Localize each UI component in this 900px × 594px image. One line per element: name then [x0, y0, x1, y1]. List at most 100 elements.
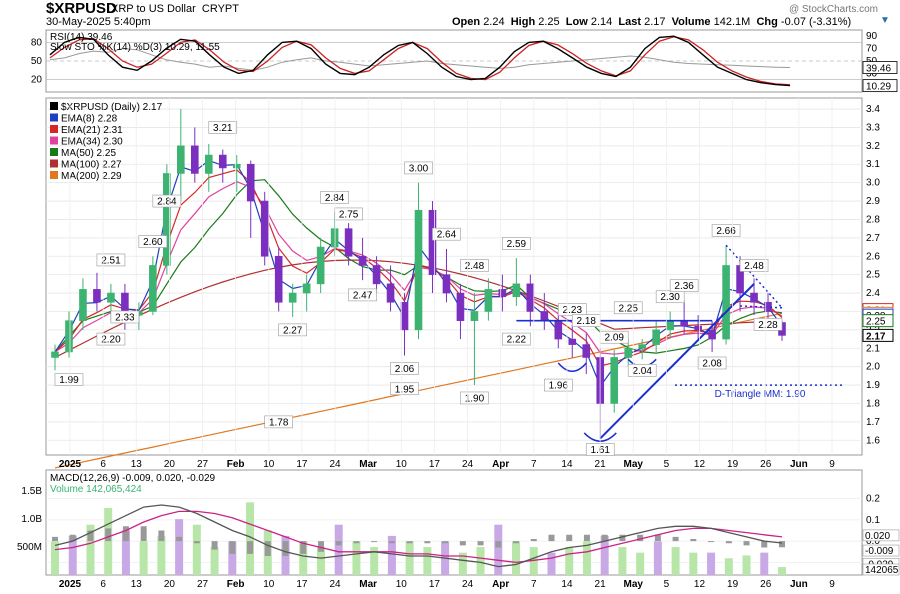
price-annotation: 2.30 — [660, 292, 680, 303]
sto-legend: Slow STO %K(14) %D(3) 10.29, 11.55 — [50, 42, 220, 53]
price-annotation: 2.36 — [674, 281, 694, 292]
price-annotation: 2.59 — [507, 239, 527, 250]
price-legend: MA(50) 2.25 — [61, 148, 116, 159]
macd-histogram-bar — [442, 541, 449, 544]
price-annotation: 2.06 — [395, 364, 415, 375]
candle-body — [666, 320, 674, 331]
price-x-tick: May — [623, 459, 643, 470]
macd-x-tick: 24 — [329, 579, 341, 590]
macd-x-tick: 17 — [429, 579, 441, 590]
candle-body — [246, 163, 255, 202]
macd-histogram-bar — [779, 541, 785, 548]
macd-x-tick: 5 — [664, 579, 670, 590]
volume-bar — [565, 547, 574, 575]
price-annotation: 2.33 — [115, 312, 135, 323]
macd-x-tick: Feb — [227, 579, 245, 590]
price-annotation: 2.84 — [157, 197, 177, 208]
price-annotation: 2.47 — [353, 290, 373, 301]
price-right-tick: 2.1 — [866, 343, 880, 354]
candle-body — [540, 311, 549, 321]
macd-histogram-bar — [477, 541, 484, 546]
price-annotation: 2.22 — [507, 335, 527, 346]
price-annotation: 2.25 — [618, 303, 638, 314]
candle-body — [79, 289, 87, 321]
candle-body — [456, 292, 465, 321]
price-x-tick: 27 — [197, 459, 209, 470]
measured-move-label: D-Triangle MM: 1.90 — [715, 389, 806, 400]
price-right-tick: 2.7 — [866, 233, 880, 244]
price-right-tick: 3.2 — [866, 141, 880, 152]
price-right-tick: 2.8 — [866, 214, 880, 225]
price-annotation: 2.04 — [632, 366, 652, 377]
volume-bar — [618, 547, 627, 575]
volume-bar — [512, 541, 521, 575]
price-right-tick: 1.6 — [866, 435, 880, 446]
macd-histogram-bar — [566, 534, 573, 542]
macd-x-tick: 10 — [396, 579, 408, 590]
macd-histogram-bar — [388, 541, 395, 544]
macd-histogram-bar — [672, 536, 679, 542]
price-x-tick: 10 — [263, 459, 275, 470]
volume-bar — [760, 552, 769, 575]
candle-body — [107, 292, 115, 303]
macd-histogram-bar — [140, 526, 147, 542]
price-annotation: 3.00 — [409, 163, 429, 174]
candle-body — [638, 344, 646, 349]
candle-body — [708, 329, 716, 340]
price-x-tick: 9 — [829, 459, 835, 470]
price-x-tick: Feb — [227, 459, 245, 470]
macd-x-tick: 6 — [100, 579, 106, 590]
candle-body — [288, 292, 297, 303]
macd-x-tick: 26 — [760, 579, 772, 590]
price-x-tick: 17 — [296, 459, 308, 470]
candle-body — [498, 289, 507, 298]
price-right-tick: 2.9 — [866, 196, 880, 207]
candle-body — [330, 228, 339, 248]
legend-swatch — [50, 159, 58, 168]
candle-body — [51, 351, 59, 358]
candle-body — [414, 209, 423, 331]
candle-body — [260, 200, 269, 257]
candle-body — [428, 209, 437, 275]
volume-bar — [210, 547, 219, 575]
macd-x-tick: 7 — [531, 579, 537, 590]
rsi-right-tick: 70 — [866, 44, 878, 55]
macd-x-tick: 19 — [727, 579, 739, 590]
candle-body — [302, 283, 311, 294]
candle-body — [191, 145, 199, 174]
rsi-value-label: 10.29 — [866, 82, 891, 93]
macd-right-tick: 0.1 — [866, 515, 880, 526]
macd-x-tick: 14 — [561, 579, 573, 590]
candle-body — [232, 163, 241, 169]
candle-body — [680, 320, 688, 327]
candle-body — [316, 246, 325, 285]
candle-body — [149, 265, 157, 312]
volume-bar — [671, 547, 680, 575]
macd-histogram-bar — [690, 539, 697, 542]
candle-body — [652, 329, 660, 345]
price-annotation: 2.18 — [577, 316, 597, 327]
price-right-tick: 1.9 — [866, 380, 880, 391]
macd-histogram-bar — [548, 534, 555, 542]
price-right-tick: 1.8 — [866, 398, 880, 409]
price-x-tick: 5 — [664, 459, 670, 470]
macd-x-tick: 10 — [263, 579, 275, 590]
candle-body — [344, 228, 353, 257]
candle-body — [526, 283, 535, 312]
macd-histogram-bar — [335, 541, 342, 546]
candle-body — [484, 289, 493, 312]
candle-body — [694, 325, 702, 331]
candle-body — [722, 265, 730, 340]
macd-histogram-bar — [583, 534, 590, 542]
rsi-left-tick: 80 — [31, 37, 43, 48]
macd-histogram-bar — [743, 541, 750, 546]
macd-histogram-bar — [459, 541, 466, 546]
candle-body — [177, 145, 185, 174]
price-x-tick: 12 — [694, 459, 706, 470]
volume-bar — [139, 541, 148, 575]
price-x-tick: 20 — [164, 459, 176, 470]
candle-body — [274, 255, 283, 303]
macd-histogram-bar — [122, 526, 129, 542]
price-x-tick: 10 — [396, 459, 408, 470]
volume-bar — [636, 552, 645, 575]
